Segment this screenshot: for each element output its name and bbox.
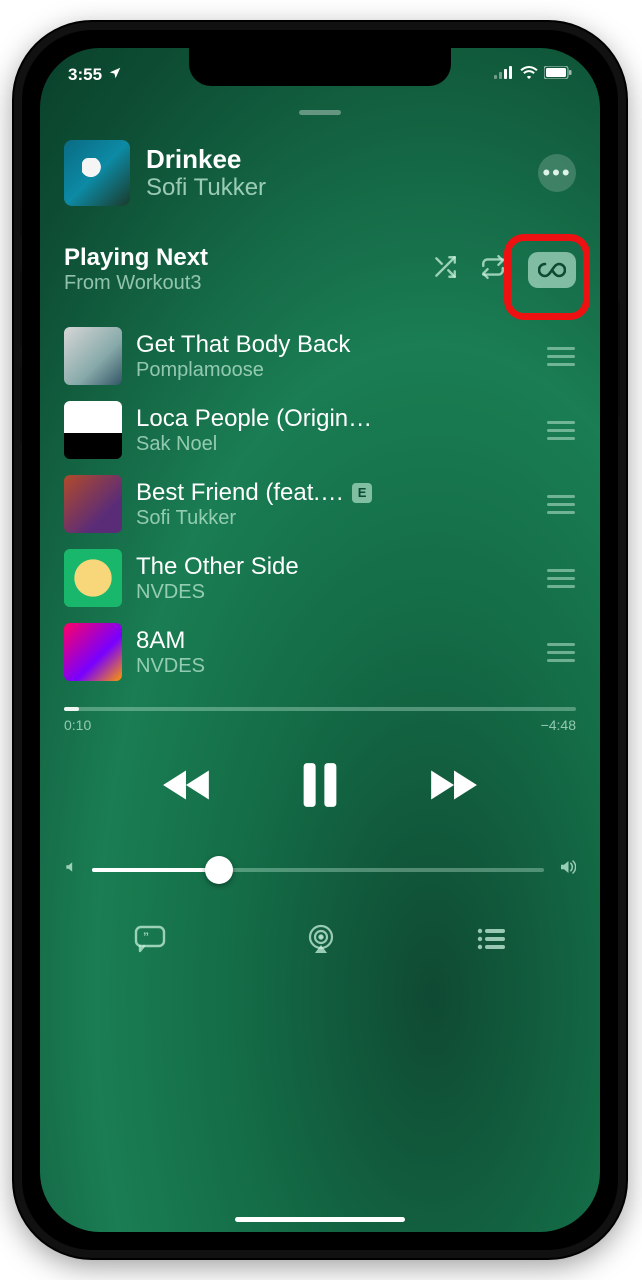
time-remaining: −4:48: [541, 717, 576, 733]
queue-artist: Sofi Tukker: [136, 507, 532, 530]
queue-title: Best Friend (feat.…: [136, 479, 344, 507]
volume-low-icon: [64, 860, 78, 879]
queue-item[interactable]: Loca People (Origin… Sak Noel: [64, 393, 576, 467]
transport-controls: [64, 761, 576, 814]
reorder-handle-icon[interactable]: [546, 421, 576, 440]
playing-next-title: Playing Next: [64, 244, 208, 272]
airplay-button[interactable]: [305, 923, 337, 960]
location-icon: [108, 65, 122, 85]
wifi-icon: [520, 66, 538, 84]
more-button[interactable]: •••: [538, 154, 576, 192]
track-title: Drinkee: [146, 145, 522, 174]
phone-frame: 3:55: [14, 22, 626, 1258]
queue-artist: Pomplamoose: [136, 359, 532, 382]
battery-icon: [544, 66, 572, 84]
explicit-badge: E: [352, 483, 372, 503]
status-time: 3:55: [68, 65, 102, 85]
svg-text:”: ”: [143, 930, 149, 944]
queue-art: [64, 549, 122, 607]
previous-button[interactable]: [161, 765, 213, 810]
queue-title: The Other Side: [136, 553, 299, 581]
now-playing-row: Drinkee Sofi Tukker •••: [64, 140, 576, 206]
status-bar: 3:55: [40, 60, 600, 90]
reorder-handle-icon[interactable]: [546, 643, 576, 662]
queue-item[interactable]: Get That Body Back Pomplamoose: [64, 319, 576, 393]
track-artist: Sofi Tukker: [146, 174, 522, 202]
sheet-grabber[interactable]: [299, 110, 341, 115]
volume-slider[interactable]: [64, 858, 576, 881]
queue-art: [64, 475, 122, 533]
queue-art: [64, 401, 122, 459]
lyrics-button[interactable]: ”: [134, 924, 166, 959]
volume-thumb[interactable]: [205, 856, 233, 884]
bottom-actions: ”: [64, 923, 576, 960]
queue-artist: Sak Noel: [136, 433, 532, 456]
queue-title: Loca People (Origin…: [136, 405, 372, 433]
ellipsis-icon: •••: [542, 160, 571, 186]
home-indicator[interactable]: [235, 1217, 405, 1222]
queue-list: Get That Body Back Pomplamoose Loca Peop…: [64, 319, 576, 689]
queue-item[interactable]: The Other Side NVDES: [64, 541, 576, 615]
next-button[interactable]: [427, 765, 479, 810]
queue-item[interactable]: 8AM NVDES: [64, 615, 576, 689]
pause-button[interactable]: [299, 761, 341, 814]
queue-item[interactable]: Best Friend (feat.… E Sofi Tukker: [64, 467, 576, 541]
shuffle-button[interactable]: [432, 254, 458, 285]
queue-title: Get That Body Back: [136, 331, 350, 359]
album-art[interactable]: [64, 140, 130, 206]
bezel: 3:55: [22, 30, 618, 1250]
cellular-icon: [494, 66, 514, 84]
annotation-highlight: [504, 234, 590, 320]
playing-next-subtitle: From Workout3: [64, 272, 208, 295]
screen: 3:55: [40, 48, 600, 1232]
queue-art: [64, 623, 122, 681]
reorder-handle-icon[interactable]: [546, 495, 576, 514]
queue-artist: NVDES: [136, 655, 532, 678]
volume-high-icon: [558, 858, 576, 881]
queue-art: [64, 327, 122, 385]
progress-bar[interactable]: 0:10 −4:48: [64, 707, 576, 733]
queue-button[interactable]: [476, 926, 506, 957]
reorder-handle-icon[interactable]: [546, 347, 576, 366]
queue-title: 8AM: [136, 627, 185, 655]
time-elapsed: 0:10: [64, 717, 91, 733]
queue-artist: NVDES: [136, 581, 532, 604]
repeat-button[interactable]: [480, 254, 506, 285]
playing-next-header: Playing Next From Workout3: [64, 244, 576, 295]
reorder-handle-icon[interactable]: [546, 569, 576, 588]
